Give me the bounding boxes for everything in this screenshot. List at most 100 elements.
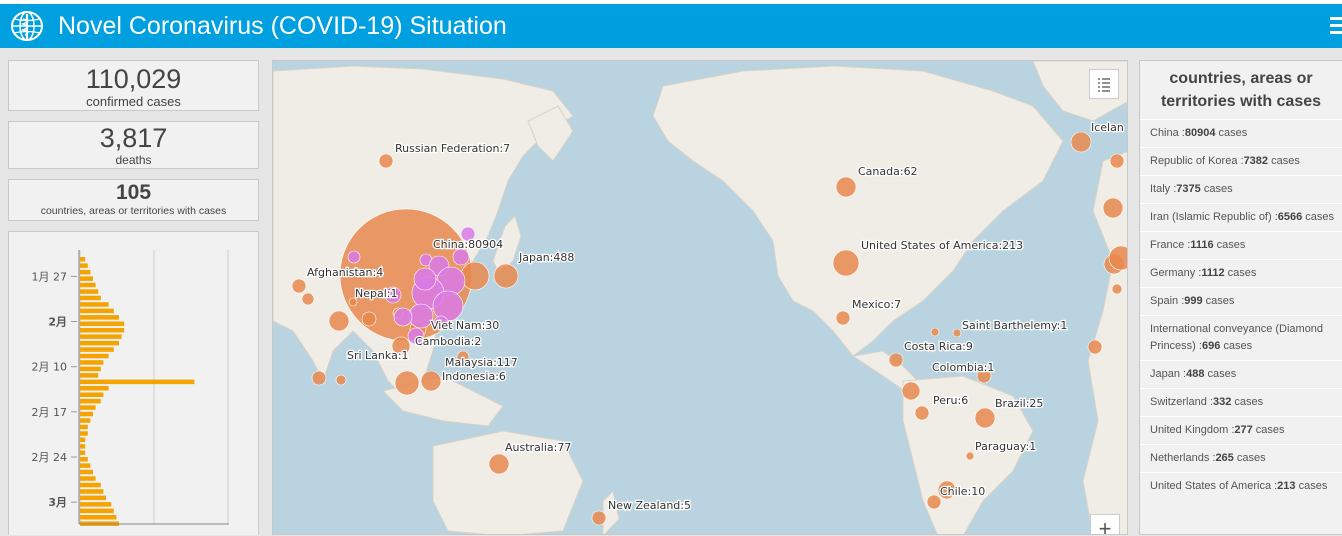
epi-bar[interactable] [80, 386, 109, 391]
case-bubble[interactable] [460, 261, 490, 291]
epi-bar[interactable] [80, 289, 99, 294]
epi-bar[interactable] [80, 379, 195, 385]
epi-bar[interactable] [80, 437, 86, 443]
case-bubble[interactable] [965, 451, 975, 461]
case-bubble[interactable] [378, 153, 394, 169]
case-bubble[interactable] [394, 370, 420, 396]
country-list-item[interactable]: Spain :999 cases [1140, 287, 1342, 315]
epi-bar[interactable] [80, 282, 96, 288]
epi-bar[interactable] [80, 418, 91, 423]
epi-bar[interactable] [80, 450, 86, 456]
case-bubble[interactable] [832, 249, 860, 277]
epi-bar[interactable] [80, 476, 96, 481]
map-label: Saint Barthelemy:1 [962, 319, 1067, 332]
epi-bar[interactable] [80, 295, 101, 301]
menu-icon[interactable] [1330, 17, 1342, 35]
country-list-item[interactable]: United Kingdom :277 cases [1140, 416, 1342, 444]
epi-bar[interactable] [80, 276, 93, 281]
epi-bar[interactable] [80, 392, 104, 398]
case-bubble[interactable] [952, 328, 962, 338]
country-list-item[interactable]: International conveyance (Diamond Prince… [1140, 315, 1342, 360]
legend-button[interactable] [1089, 69, 1119, 99]
epi-bar[interactable] [80, 263, 88, 268]
country-list-item[interactable]: Switzerland :332 cases [1140, 388, 1342, 416]
epi-bar[interactable] [80, 424, 88, 430]
case-bubble[interactable] [361, 311, 377, 327]
epi-bar[interactable] [80, 328, 125, 333]
case-bubble[interactable] [335, 374, 347, 386]
epi-bar[interactable] [80, 315, 119, 320]
epi-bar[interactable] [80, 508, 114, 514]
epi-bar[interactable] [80, 353, 109, 359]
epi-bar[interactable] [80, 469, 93, 475]
case-bubble[interactable] [493, 263, 519, 289]
case-bubble[interactable] [452, 248, 470, 266]
case-bubble[interactable] [591, 510, 607, 526]
country-list-item[interactable]: Iran (Islamic Republic of) :6566 cases [1140, 203, 1342, 231]
case-bubble[interactable] [1070, 131, 1092, 153]
epi-bar[interactable] [80, 321, 125, 327]
epi-bar[interactable] [80, 502, 112, 507]
country-list-item[interactable]: Republic of Korea :7382 cases [1140, 147, 1342, 175]
case-bubble[interactable] [291, 278, 307, 294]
epi-bar[interactable] [80, 444, 86, 449]
case-bubble[interactable] [835, 310, 851, 326]
epi-bar[interactable] [80, 302, 109, 307]
deaths-count: 3,817 [99, 123, 168, 153]
epi-bar[interactable] [80, 405, 96, 410]
deaths-label: deaths [115, 153, 152, 167]
map-view[interactable]: Russian Federation:7 Canada:62 China:80904… [272, 60, 1128, 535]
case-bubble[interactable] [901, 381, 921, 401]
case-bubble[interactable] [974, 407, 996, 429]
country-list-item[interactable]: United States of America :213 cases [1140, 472, 1342, 500]
epi-bar[interactable] [80, 347, 114, 352]
country-list-item[interactable]: Japan :488 cases [1140, 360, 1342, 388]
epi-bar[interactable] [80, 366, 101, 372]
case-bubble[interactable] [1111, 283, 1123, 295]
country-count: 1116 [1190, 239, 1214, 251]
epi-bar[interactable] [80, 398, 101, 404]
epi-bar[interactable] [80, 515, 117, 520]
epi-bar[interactable] [80, 411, 93, 417]
country-list-item[interactable]: Germany :1112 cases [1140, 259, 1342, 287]
epi-bar[interactable] [80, 308, 114, 314]
epi-bar[interactable] [80, 463, 91, 468]
case-bubble[interactable] [311, 370, 327, 386]
epi-bar[interactable] [80, 457, 88, 462]
case-bubble[interactable] [328, 310, 350, 332]
country-list-item[interactable]: France :1116 cases [1140, 231, 1342, 259]
case-bubble[interactable] [1102, 197, 1124, 219]
case-bubble[interactable] [301, 292, 315, 306]
case-bubble[interactable] [432, 290, 464, 322]
case-bubble[interactable] [835, 176, 857, 198]
case-bubble[interactable] [1087, 339, 1103, 355]
case-bubble[interactable] [413, 267, 437, 291]
country-list-item[interactable]: China :80904 cases [1140, 119, 1342, 147]
case-bubble[interactable] [393, 307, 413, 327]
epi-bar[interactable] [80, 495, 106, 501]
case-bubble[interactable] [888, 352, 904, 368]
epi-bar[interactable] [80, 257, 86, 262]
case-bubble[interactable] [408, 303, 434, 329]
case-bubble[interactable] [926, 494, 942, 510]
epi-bar[interactable] [80, 373, 99, 378]
country-list-item[interactable]: Netherlands :265 cases [1140, 444, 1342, 472]
epi-bar[interactable] [80, 269, 91, 275]
epi-bar[interactable] [80, 360, 104, 365]
epi-bar[interactable] [80, 489, 104, 494]
zoom-in-button[interactable]: + [1090, 514, 1120, 534]
case-bubble[interactable] [347, 250, 361, 264]
country-list-item[interactable]: Italy :7375 cases [1140, 175, 1342, 203]
epi-bar[interactable] [80, 431, 88, 436]
case-bubble[interactable] [1109, 153, 1125, 169]
epi-bar[interactable] [80, 340, 119, 346]
case-bubble[interactable] [914, 405, 930, 421]
epi-bar[interactable] [80, 334, 122, 339]
world-map[interactable]: Russian Federation:7 Canada:62 China:80904… [273, 61, 1128, 535]
case-bubble[interactable] [420, 370, 442, 392]
epi-bar[interactable] [80, 482, 101, 488]
case-bubble[interactable] [930, 327, 940, 337]
country-name: Spain : [1150, 295, 1185, 307]
epi-curve-chart[interactable]: 1月 272月2月 102月 172月 243月3月 9 [9, 232, 260, 536]
case-bubble[interactable] [488, 453, 510, 475]
